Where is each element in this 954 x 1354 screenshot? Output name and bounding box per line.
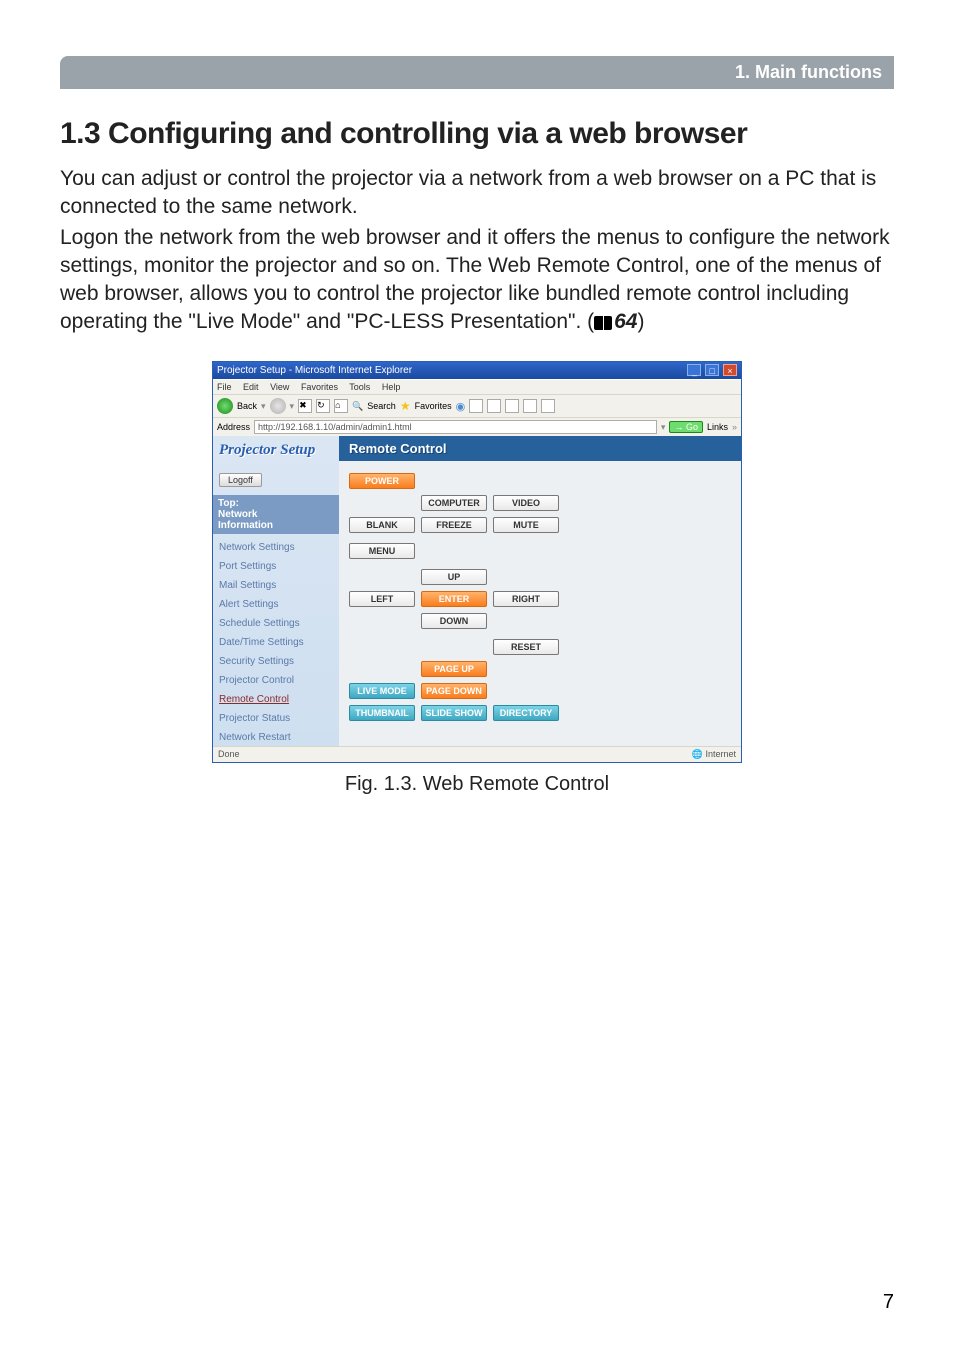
right-button[interactable]: RIGHT bbox=[493, 591, 559, 607]
paragraph-2a: Logon the network from the web browser a… bbox=[60, 226, 890, 332]
section-bar: 1. Main functions bbox=[60, 56, 894, 89]
go-button[interactable]: → Go bbox=[669, 421, 703, 433]
go-label: Go bbox=[686, 422, 698, 432]
sidebar-header: Top: Network Information bbox=[213, 495, 339, 534]
address-input[interactable]: http://192.168.1.10/admin/admin1.html bbox=[254, 420, 657, 434]
sidebar-item-mail-settings[interactable]: Mail Settings bbox=[219, 576, 333, 595]
refresh-icon[interactable]: ↻ bbox=[316, 399, 330, 413]
back-icon[interactable] bbox=[217, 398, 233, 414]
sidebar-item-security-settings[interactable]: Security Settings bbox=[219, 652, 333, 671]
mute-button[interactable]: MUTE bbox=[493, 517, 559, 533]
forward-icon[interactable] bbox=[270, 398, 286, 414]
book-icon bbox=[594, 316, 612, 330]
ie-toolbar: Back ▾ ▾ ✖ ↻ ⌂ 🔍 Search ★ Favorites ◉ bbox=[213, 394, 741, 418]
close-icon[interactable]: × bbox=[723, 364, 737, 376]
blank-button[interactable]: BLANK bbox=[349, 517, 415, 533]
minimize-icon[interactable]: _ bbox=[687, 364, 701, 376]
search-label[interactable]: 🔍 bbox=[352, 401, 363, 412]
computer-button[interactable]: COMPUTER bbox=[421, 495, 487, 511]
menu-favorites[interactable]: Favorites bbox=[301, 382, 338, 392]
ie-titlebar: Projector Setup - Microsoft Internet Exp… bbox=[213, 362, 741, 379]
ie-window: Projector Setup - Microsoft Internet Exp… bbox=[212, 361, 742, 763]
menu-view[interactable]: View bbox=[270, 382, 289, 392]
button-grid: POWER COMPUTER VIDEO BLANK FREEZE MUTE MENU… bbox=[339, 461, 741, 739]
status-right: 🌐 Internet bbox=[692, 749, 736, 760]
sidebar-item-datetime-settings[interactable]: Date/Time Settings bbox=[219, 633, 333, 652]
left-button[interactable]: LEFT bbox=[349, 591, 415, 607]
ie-title-text: Projector Setup - Microsoft Internet Exp… bbox=[217, 365, 412, 376]
video-button[interactable]: VIDEO bbox=[493, 495, 559, 511]
window-buttons: _ □ × bbox=[686, 364, 737, 377]
links-label[interactable]: Links bbox=[707, 422, 728, 432]
status-left: Done bbox=[218, 749, 240, 760]
sidebar: Projector Setup Logoff Top: Network Info… bbox=[213, 436, 339, 746]
logoff-button[interactable]: Logoff bbox=[219, 473, 262, 487]
favorites-icon[interactable]: ★ bbox=[400, 399, 411, 413]
sidebar-head-network: Network bbox=[218, 509, 334, 520]
sidebar-item-remote-control[interactable]: Remote Control bbox=[219, 690, 333, 709]
ie-content: Projector Setup Logoff Top: Network Info… bbox=[213, 436, 741, 746]
thumbnail-button[interactable]: THUMBNAIL bbox=[349, 705, 415, 721]
menu-tools[interactable]: Tools bbox=[349, 382, 370, 392]
address-label: Address bbox=[217, 422, 250, 432]
figure-caption: Fig. 1.3. Web Remote Control bbox=[212, 773, 742, 796]
paragraph-2: Logon the network from the web browser a… bbox=[60, 224, 894, 335]
enter-button[interactable]: ENTER bbox=[421, 591, 487, 607]
edit-icon[interactable] bbox=[523, 399, 537, 413]
page-number: 7 bbox=[883, 1291, 894, 1314]
pageup-button[interactable]: PAGE UP bbox=[421, 661, 487, 677]
ie-statusbar: Done 🌐 Internet bbox=[213, 746, 741, 762]
figure-screenshot: Projector Setup - Microsoft Internet Exp… bbox=[212, 361, 742, 796]
back-label[interactable]: Back bbox=[237, 401, 257, 411]
search-text[interactable]: Search bbox=[367, 401, 396, 411]
sidebar-head-information: Information bbox=[218, 520, 334, 531]
paragraph-1: You can adjust or control the projector … bbox=[60, 165, 894, 220]
freeze-button[interactable]: FREEZE bbox=[421, 517, 487, 533]
sidebar-item-projector-control[interactable]: Projector Control bbox=[219, 671, 333, 690]
maximize-icon[interactable]: □ bbox=[705, 364, 719, 376]
page-ref: 64 bbox=[614, 310, 637, 333]
slideshow-button[interactable]: SLIDE SHOW bbox=[421, 705, 487, 721]
sidebar-item-network-restart[interactable]: Network Restart bbox=[219, 728, 333, 747]
home-icon[interactable]: ⌂ bbox=[334, 399, 348, 413]
discuss-icon[interactable] bbox=[541, 399, 555, 413]
reset-button[interactable]: RESET bbox=[493, 639, 559, 655]
main-panel: Remote Control POWER COMPUTER VIDEO BLANK… bbox=[339, 436, 741, 746]
sidebar-item-network-settings[interactable]: Network Settings bbox=[219, 538, 333, 557]
menu-edit[interactable]: Edit bbox=[243, 382, 259, 392]
section-heading: 1.3 Configuring and controlling via a we… bbox=[60, 117, 894, 151]
ie-menubar: File Edit View Favorites Tools Help bbox=[213, 379, 741, 394]
menu-help[interactable]: Help bbox=[382, 382, 401, 392]
sidebar-title: Projector Setup bbox=[219, 442, 333, 459]
sidebar-list: Network Settings Port Settings Mail Sett… bbox=[219, 538, 333, 747]
menu-button[interactable]: MENU bbox=[349, 543, 415, 559]
media-icon[interactable]: ◉ bbox=[456, 400, 466, 413]
stop-icon[interactable]: ✖ bbox=[298, 399, 312, 413]
panel-title: Remote Control bbox=[339, 436, 741, 461]
up-button[interactable]: UP bbox=[421, 569, 487, 585]
print-icon[interactable] bbox=[505, 399, 519, 413]
paragraph-2b: ) bbox=[637, 310, 644, 333]
directory-button[interactable]: DIRECTORY bbox=[493, 705, 559, 721]
menu-file[interactable]: File bbox=[217, 382, 232, 392]
sidebar-item-port-settings[interactable]: Port Settings bbox=[219, 557, 333, 576]
sidebar-item-projector-status[interactable]: Projector Status bbox=[219, 709, 333, 728]
favorites-text[interactable]: Favorites bbox=[415, 401, 452, 411]
pagedown-button[interactable]: PAGE DOWN bbox=[421, 683, 487, 699]
status-right-text: Internet bbox=[705, 749, 736, 759]
sidebar-item-schedule-settings[interactable]: Schedule Settings bbox=[219, 614, 333, 633]
mail-icon[interactable] bbox=[487, 399, 501, 413]
history-icon[interactable] bbox=[469, 399, 483, 413]
sidebar-item-alert-settings[interactable]: Alert Settings bbox=[219, 595, 333, 614]
sidebar-head-top: Top: bbox=[218, 498, 334, 509]
power-button[interactable]: POWER bbox=[349, 473, 415, 489]
down-button[interactable]: DOWN bbox=[421, 613, 487, 629]
ie-addressbar: Address http://192.168.1.10/admin/admin1… bbox=[213, 418, 741, 436]
livemode-button[interactable]: LIVE MODE bbox=[349, 683, 415, 699]
